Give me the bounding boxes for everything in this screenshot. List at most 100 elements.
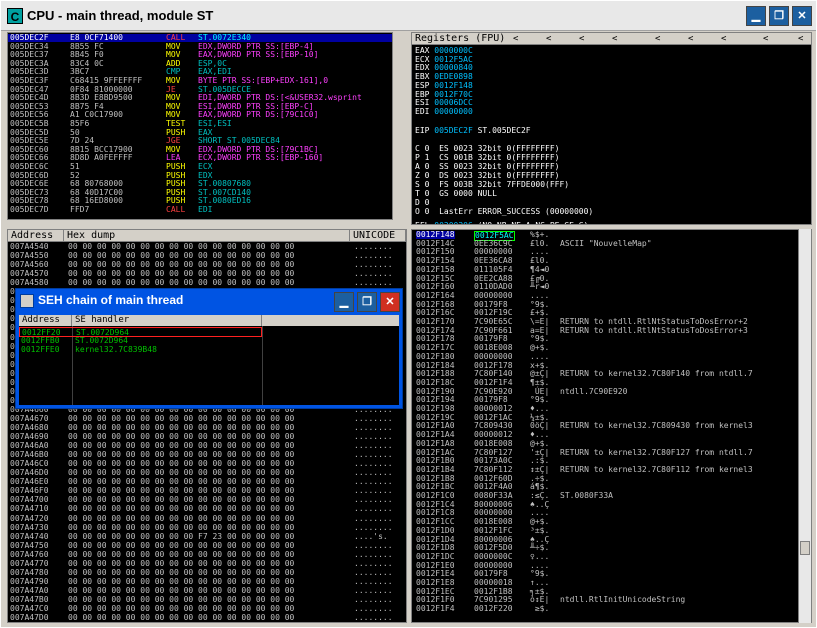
close-button[interactable]: ✕ (792, 6, 812, 26)
dump-row[interactable]: 007A4770 00 00 00 00 00 00 00 00 00 00 00… (8, 559, 406, 568)
stack-row[interactable]: 0012F168 00179F8 °9$. (412, 300, 798, 309)
stack-row[interactable]: 0012F14C 0EE36C9C £l0. ASCII "NouvelleMap" (412, 239, 798, 248)
dump-row[interactable]: 007A4580 00 00 00 00 00 00 00 00 00 00 00… (8, 278, 406, 287)
stack-row[interactable]: 0012F158 011105F4 ¶4◄0 (412, 265, 798, 274)
register-row[interactable]: EBX 0EDE0898 (415, 72, 473, 81)
stack-row[interactable]: 0012F15C 0EE2CA88 £╔0. (412, 274, 798, 283)
stack-row[interactable]: 0012F1DC 0000000C ♀... (412, 552, 798, 561)
dump-row[interactable]: 007A4670 00 00 00 00 00 00 00 00 00 00 00… (8, 414, 406, 423)
stack-row[interactable]: 0012F1B8 0012F60D .÷$. (412, 474, 798, 483)
stack-row[interactable]: 0012F178 00179F8 °9$. (412, 335, 798, 343)
dump-row[interactable]: 007A4700 00 00 00 00 00 00 00 00 00 00 00… (8, 496, 406, 504)
dump-row[interactable]: 007A46F0 00 00 00 00 00 00 00 00 00 00 00… (8, 487, 406, 495)
stack-row[interactable]: 0012F1C8 00000000.... (412, 509, 798, 517)
dump-row[interactable]: 007A46E0 00 00 00 00 00 00 00 00 00 00 00… (8, 478, 406, 486)
stack-row[interactable]: 0012F1CC 0018E008 @+$. (412, 517, 798, 526)
registers-nav-icon[interactable]: < (579, 34, 584, 44)
stack-row[interactable]: 0012F1E0 00000000.... (412, 561, 798, 570)
stack-row[interactable]: 0012F1A0 7C809430 0öÇ| RETURN to kernel32.7… (412, 422, 798, 430)
stack-row[interactable]: 0012F1AC 7C80F127 '±Ç| RETURN to kernel32.7… (412, 448, 798, 457)
stack-row[interactable]: 0012F18C 0012F1F4 ¶±$. (412, 378, 798, 387)
stack-row[interactable]: 0012F1C4 80000006 ♠..Ç (412, 500, 798, 509)
dump-row[interactable]: 007A4760 00 00 00 00 00 00 00 00 00 00 00… (8, 550, 406, 559)
dump-row[interactable]: 007A46B0 00 00 00 00 00 00 00 00 00 00 00… (8, 450, 406, 459)
stack-row[interactable]: 0012F1A4 00000012 ♦... (412, 430, 798, 439)
dump-col-address[interactable]: Address (8, 230, 64, 241)
stack-row[interactable]: 0012F1D4 80000006 ♠..Ç (412, 535, 798, 544)
stack-row[interactable]: 0012F170 7C90E65C \=E| RETURN to ntdll.RtlN… (412, 317, 798, 326)
seh-minimize-button[interactable]: ▁ (334, 292, 354, 312)
flag-row[interactable]: S 0 FS 003B 32bit 7FFDE000(FFF) (415, 180, 569, 189)
dump-row[interactable]: 007A4780 00 00 00 00 00 00 00 00 00 00 00… (8, 568, 406, 577)
dump-row[interactable]: 007A4710 00 00 00 00 00 00 00 00 00 00 00… (8, 505, 406, 513)
dump-row[interactable]: 007A4790 00 00 00 00 00 00 00 00 00 00 00… (8, 577, 406, 586)
seh-row[interactable]: 0012FFB0 ST.0072D964 (19, 336, 262, 345)
stack-row[interactable]: 0012F174 7C90F661 a=E| RETURN to ntdll.RtlN… (412, 326, 798, 335)
dump-row[interactable]: 007A4720 00 00 00 00 00 00 00 00 00 00 00… (8, 514, 406, 523)
seh-list[interactable]: Address SE handler 0012FF20 ST.0072D964 00… (19, 315, 399, 405)
stack-row[interactable]: 0012F198 00000012 ♦... (412, 404, 798, 413)
seh-chain-window[interactable]: SEH chain of main thread ▁ ❐ ✕ Address S… (15, 288, 403, 409)
register-row[interactable]: ECX 0012F5AC (415, 55, 473, 64)
dump-col-unicode[interactable]: UNICODE (350, 230, 406, 241)
register-row[interactable]: EBP 0012F70C (415, 90, 473, 99)
stack-row[interactable]: 0012F180 00000000.... (412, 352, 798, 361)
dump-row[interactable]: 007A47B0 00 00 00 00 00 00 00 00 00 00 00… (8, 595, 406, 604)
stack-row[interactable]: 0012F1F0 7C901295 ò↕E| ntdll.RtlInitUnicode… (412, 596, 798, 604)
stack-row[interactable]: 0012F148 0012F5AC %$+. (412, 230, 798, 242)
registers-nav-icon[interactable]: < (688, 34, 693, 44)
stack-pane[interactable]: 0012F148 0012F5AC %$+. 0012F14C 0EE36C9C £l0.… (411, 229, 812, 623)
registers-nav-icon[interactable]: < (655, 34, 660, 44)
dump-row[interactable]: 007A4680 00 00 00 00 00 00 00 00 00 00 00… (8, 423, 406, 432)
register-row[interactable]: EIP 005DEC2F ST.005DEC2F (415, 126, 531, 135)
dump-row[interactable]: 007A4750 00 00 00 00 00 00 00 00 00 00 00… (8, 541, 406, 550)
registers-nav-icon[interactable]: < (721, 34, 726, 44)
disassembly-pane[interactable]: 005DEC2F E8 0CF71400 CALL ST.0072E340 005DEC… (7, 32, 393, 220)
disasm-row[interactable]: 005DEC7D FFD7 CALL EDI (8, 205, 392, 214)
register-row[interactable]: ESI 00006DCC (415, 98, 473, 107)
dump-row[interactable]: 007A4740 00 00 00 00 00 00 00 00 00 F7 23… (8, 532, 406, 541)
flag-row[interactable]: D 0 (415, 198, 429, 207)
restore-button[interactable]: ❐ (769, 6, 789, 26)
registers-nav-icon[interactable]: < (612, 34, 617, 44)
registers-nav-icon[interactable]: < (763, 34, 768, 44)
seh-col-handler[interactable]: SE handler (72, 315, 262, 326)
seh-close-button[interactable]: ✕ (380, 292, 400, 312)
dump-row[interactable]: 007A4540 00 00 00 00 00 00 00 00 00 00 00… (8, 242, 406, 251)
register-row[interactable]: EAX 0000000C (415, 46, 473, 55)
dump-row[interactable]: 007A4560 00 00 00 00 00 00 00 00 00 00 00… (8, 260, 406, 269)
stack-row[interactable]: 0012F1E8 00000018 ↑... (412, 578, 798, 587)
flag-row[interactable]: C 0 ES 0023 32bit 0(FFFFFFFF) (415, 144, 560, 153)
dump-row[interactable]: 007A4730 00 00 00 00 00 00 00 00 00 00 00… (8, 523, 406, 532)
stack-row[interactable]: 0012F1F4 0012F220 ≥$. (412, 604, 798, 613)
stack-row[interactable]: 0012F164 00000000.... (412, 291, 798, 300)
stack-row[interactable]: 0012F190 7C90E920 ÚE| ntdll.7C90E920 (412, 387, 798, 396)
dump-row[interactable]: 007A47C0 00 00 00 00 00 00 00 00 00 00 00… (8, 604, 406, 613)
dump-row[interactable]: 007A4550 00 00 00 00 00 00 00 00 00 00 00… (8, 251, 406, 260)
flag-row[interactable]: Z 0 DS 0023 32bit 0(FFFFFFFF) (415, 171, 560, 180)
title-bar[interactable]: C CPU - main thread, module ST ▁ ❐ ✕ (1, 1, 816, 31)
dump-row[interactable]: 007A46D0 00 00 00 00 00 00 00 00 00 00 00… (8, 469, 406, 477)
registers-pane[interactable]: Registers (FPU) EAX 0000000C ECX 0012F5AC… (411, 32, 812, 225)
stack-row[interactable]: 0012F194 00179F8 °9$. (412, 396, 798, 404)
stack-row[interactable]: 0012F1D0 0012F1FC ³±$. (412, 526, 798, 535)
registers-nav-icon[interactable]: < (513, 34, 518, 44)
seh-restore-button[interactable]: ❐ (357, 292, 377, 312)
dump-row[interactable]: 007A4570 00 00 00 00 00 00 00 00 00 00 00… (8, 269, 406, 278)
disasm-row[interactable]: 005DEC2F E8 0CF71400 CALL ST.0072E340 (8, 33, 392, 43)
disasm-row[interactable]: 005DEC6C 51 PUSH ECX (8, 162, 392, 171)
flag-row[interactable]: A 0 SS 0023 32bit 0(FFFFFFFF) (415, 162, 560, 171)
minimize-button[interactable]: ▁ (746, 6, 766, 26)
stack-row[interactable]: 0012F150 00000000.... (412, 248, 798, 256)
register-row[interactable]: EDI 00000000 (415, 107, 473, 116)
disasm-row[interactable]: 005DEC5B 85F6 TEST ESI,ESI (8, 119, 392, 128)
dump-col-hex[interactable]: Hex dump (64, 230, 350, 241)
seh-col-address[interactable]: Address (19, 315, 72, 326)
stack-row[interactable]: 0012F17C 0018E008 @+$. (412, 343, 798, 352)
dump-row[interactable]: 007A46A0 00 00 00 00 00 00 00 00 00 00 00… (8, 441, 406, 450)
dump-row[interactable]: 007A4690 00 00 00 00 00 00 00 00 00 00 00… (8, 432, 406, 441)
registers-nav-icon[interactable]: < (798, 34, 803, 44)
flag-row[interactable]: T 0 GS 0000 NULL (415, 189, 497, 198)
stack-row[interactable]: 0012F160 0110DAD0 ╨r◄0 (412, 282, 798, 291)
flag-row[interactable]: O 0 LastErr ERROR_SUCCESS (00000000) (415, 207, 593, 216)
